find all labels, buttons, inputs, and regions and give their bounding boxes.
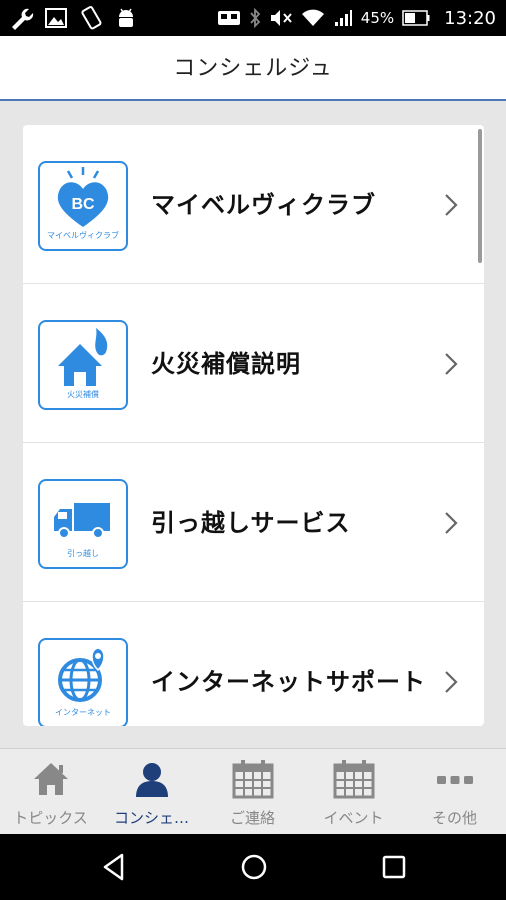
- bluetooth-icon: [249, 8, 261, 28]
- rotate-phone-icon: [78, 5, 104, 31]
- chevron-right-icon: [445, 194, 458, 216]
- menu-list: BC マイベルヴィクラブ マイベルヴィクラブ 火災補償 火災補償説明 引っ越し …: [23, 125, 484, 726]
- image-icon: [44, 6, 68, 30]
- tab-label: その他: [431, 809, 477, 827]
- scrollbar-thumb[interactable]: [478, 129, 482, 263]
- menu-item-mybelvie-club[interactable]: BC マイベルヴィクラブ マイベルヴィクラブ: [23, 125, 484, 284]
- icon-caption: インターネット: [55, 708, 111, 717]
- calendar-icon: [333, 760, 375, 799]
- clock: 13:20: [444, 7, 496, 29]
- icon-caption: マイベルヴィクラブ: [47, 231, 119, 240]
- icon-caption: 引っ越し: [67, 549, 99, 558]
- menu-item-label: マイベルヴィクラブ: [151, 190, 376, 219]
- tab-label: コンシェ…: [113, 809, 189, 827]
- tab-label: トピックス: [13, 809, 88, 827]
- chevron-right-icon: [445, 512, 458, 534]
- chevron-right-icon: [445, 671, 458, 693]
- back-icon[interactable]: [100, 852, 128, 882]
- tab-events[interactable]: イベント: [303, 749, 404, 835]
- menu-item-moving-service[interactable]: 引っ越し 引っ越しサービス: [23, 443, 484, 602]
- chevron-right-icon: [445, 353, 458, 375]
- battery-percent: 45%: [360, 9, 395, 27]
- bottom-tab-bar: トピックス コンシェ… ご連絡 イベント その他: [0, 748, 506, 834]
- menu-item-label: インターネットサポート: [151, 667, 426, 696]
- page-title: コンシェルジュ: [173, 56, 333, 81]
- icon-caption: 火災補償: [67, 390, 99, 399]
- tab-concierge[interactable]: コンシェ…: [101, 749, 202, 835]
- tab-notices[interactable]: ご連絡: [202, 749, 303, 835]
- wrench-icon: [8, 5, 34, 31]
- wifi-icon: [301, 8, 325, 28]
- menu-item-internet-support[interactable]: インターネット インターネットサポート: [23, 602, 484, 726]
- menu-item-label: 火災補償説明: [151, 349, 301, 378]
- calendar-icon: [232, 760, 274, 799]
- house-fire-icon: 火災補償: [38, 320, 128, 410]
- status-bar: 45% 13:20: [0, 0, 506, 36]
- home-icon: [34, 763, 68, 795]
- android-icon: [114, 6, 138, 30]
- person-icon: [136, 763, 168, 797]
- tab-topics[interactable]: トピックス: [0, 749, 101, 835]
- system-nav-bar: [0, 834, 506, 900]
- globe-pin-icon: インターネット: [38, 638, 128, 726]
- tab-label: イベント: [323, 809, 384, 827]
- menu-item-label: 引っ越しサービス: [151, 508, 351, 537]
- home-nav-icon[interactable]: [239, 852, 269, 882]
- truck-icon: 引っ越し: [38, 479, 128, 569]
- menu-item-fire-insurance[interactable]: 火災補償 火災補償説明: [23, 284, 484, 443]
- battery-icon: [402, 9, 430, 27]
- signal-icon: [333, 8, 353, 28]
- tab-more[interactable]: その他: [404, 749, 505, 835]
- mute-icon: [269, 8, 293, 28]
- more-dots-icon: [437, 776, 473, 784]
- app-header: コンシェルジュ: [0, 36, 506, 101]
- recents-icon[interactable]: [380, 852, 408, 882]
- robot-icon: [217, 8, 241, 28]
- heart-bc-icon-text: BC: [71, 196, 95, 213]
- tab-label: ご連絡: [229, 809, 275, 827]
- heart-bc-icon: BC マイベルヴィクラブ: [38, 161, 128, 251]
